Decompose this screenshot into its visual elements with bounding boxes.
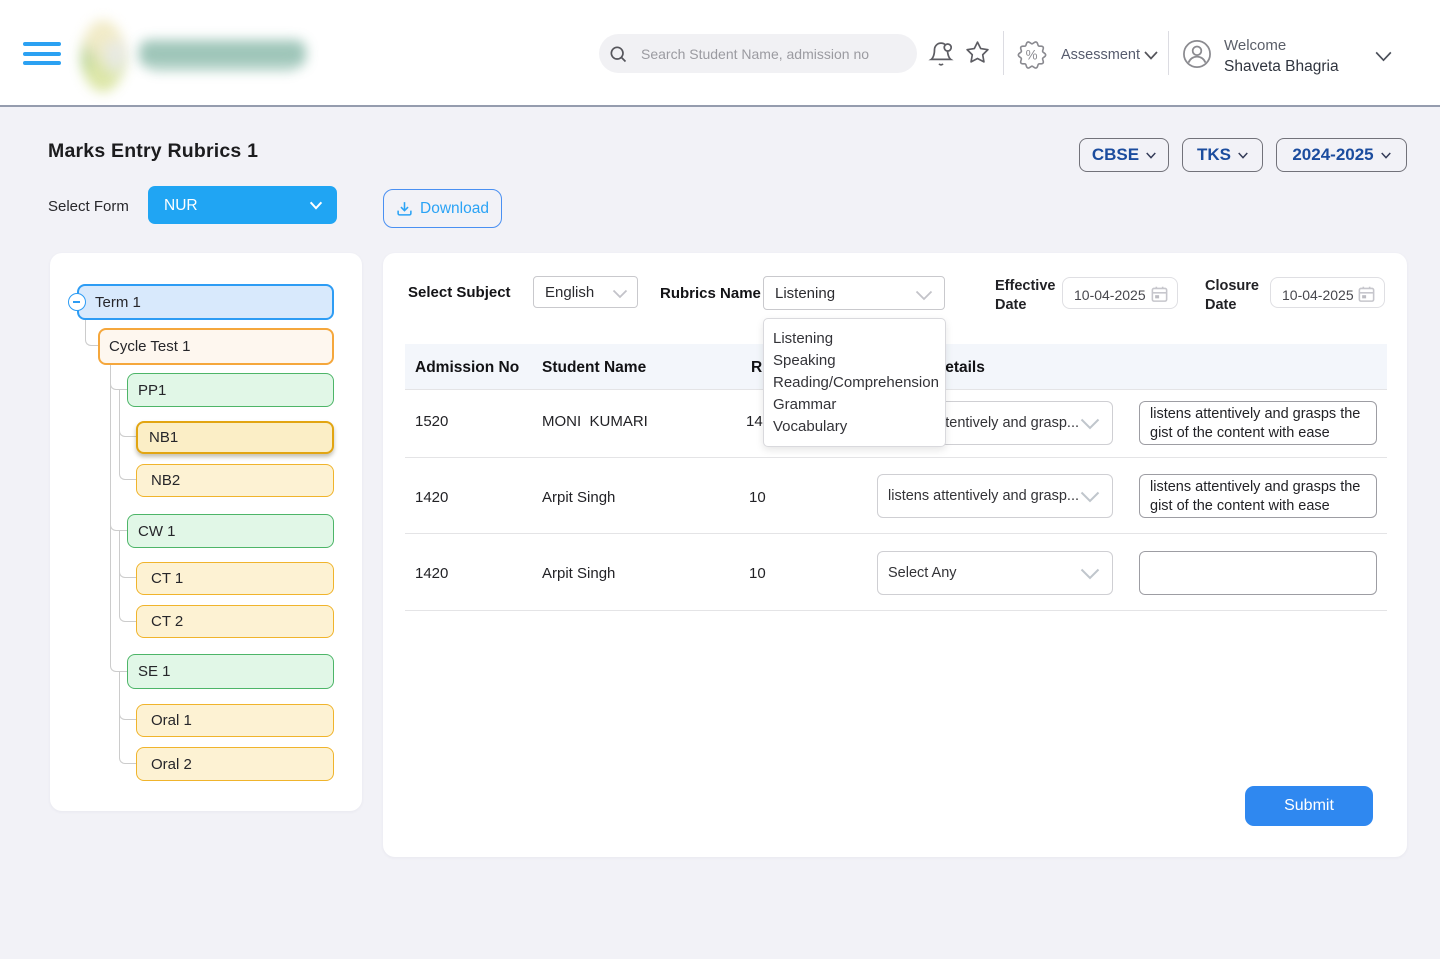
svg-text:%: % bbox=[1026, 48, 1038, 63]
